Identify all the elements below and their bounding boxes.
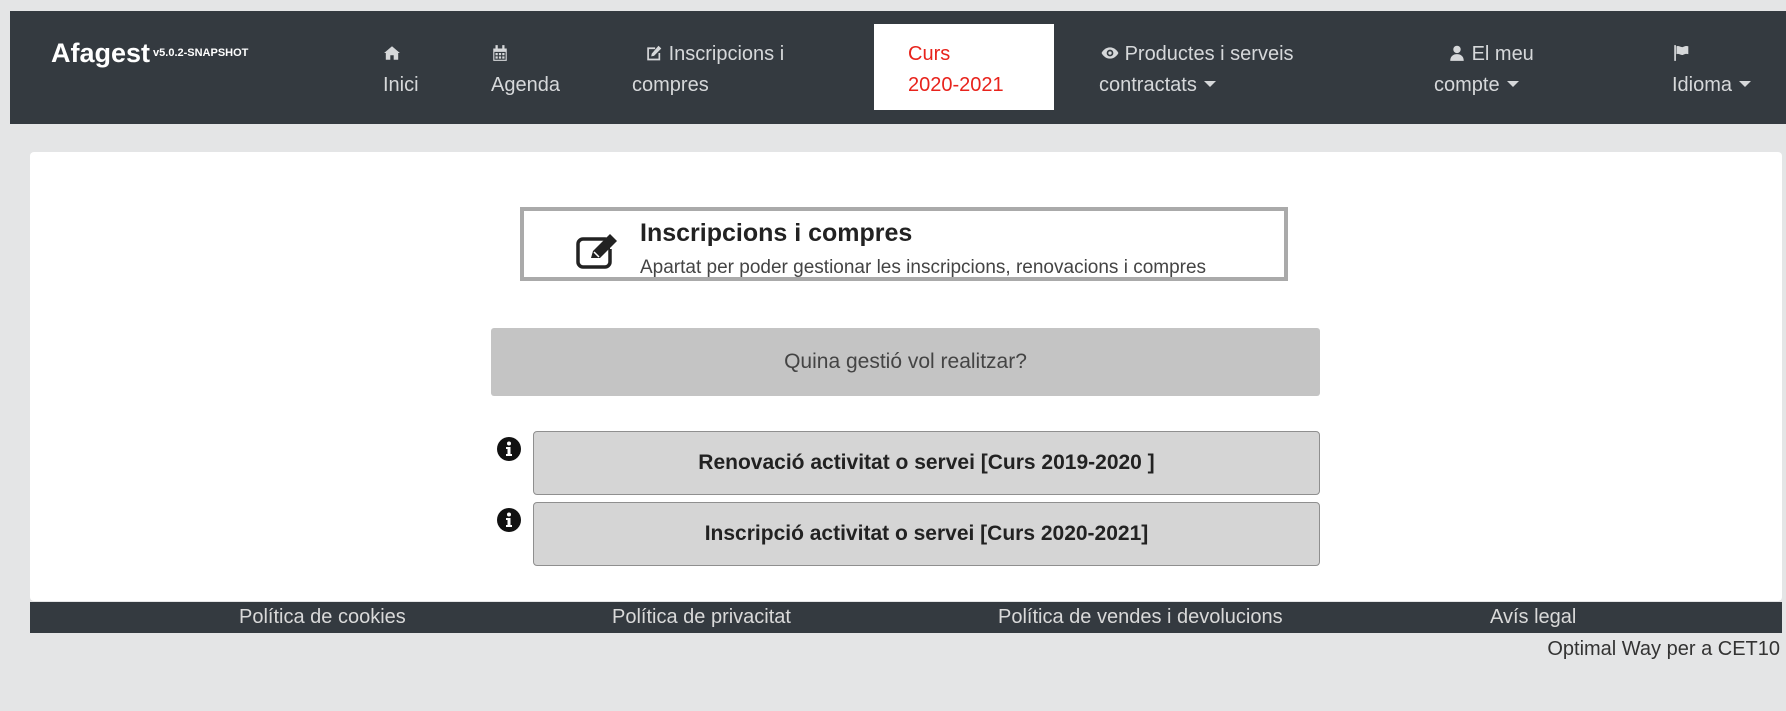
nav-products[interactable]: Productes i serveis contractats [1099, 39, 1294, 101]
nav-enrollments-line1: Inscripcions i [668, 43, 785, 65]
eye-icon [1101, 44, 1119, 62]
nav-home-label: Inici [383, 74, 419, 96]
nav-agenda-label: Agenda [491, 74, 560, 96]
nav-account[interactable]: El meu compte [1434, 39, 1534, 101]
nav-products-line1: Productes i serveis [1124, 43, 1294, 65]
user-icon [1448, 44, 1466, 62]
nav-course-line1: Curs [908, 43, 951, 65]
chevron-down-icon [1739, 81, 1752, 87]
nav-home[interactable]: Inici [383, 39, 419, 101]
nav-course-active[interactable]: Curs 2020-2021 [874, 24, 1054, 110]
brand-name: Afagest [51, 38, 151, 68]
nav-enrollments[interactable]: Inscripcions i compres [632, 39, 784, 101]
info-icon[interactable] [496, 507, 522, 533]
chevron-down-icon [1506, 81, 1519, 87]
info-icon[interactable] [496, 436, 522, 462]
chevron-down-icon [1203, 81, 1216, 87]
nav-enrollments-line2: compres [632, 74, 709, 96]
home-icon [383, 44, 401, 62]
section-subtitle: Apartat per poder gestionar les inscripc… [640, 257, 1207, 278]
section-header: Inscripcions i compres Apartat per poder… [520, 207, 1288, 281]
footer-legal-link[interactable]: Avís legal [1490, 606, 1576, 629]
brand-version: v5.0.2-SNAPSHOT [153, 47, 249, 59]
nav-account-line1: El meu [1471, 43, 1534, 65]
edit-icon [645, 44, 663, 62]
nav-language[interactable]: Idioma [1672, 39, 1752, 101]
footer-privacy-link[interactable]: Política de privacitat [612, 606, 791, 629]
calendar-icon [491, 44, 509, 62]
footer-sales-link[interactable]: Política de vendes i devolucions [998, 606, 1283, 629]
question-prompt: Quina gestió vol realitzar? [491, 328, 1320, 396]
renewal-button[interactable]: Renovació activitat o servei [Curs 2019-… [533, 431, 1320, 495]
nav-products-line2: contractats [1099, 74, 1197, 96]
main-card: Inscripcions i compres Apartat per poder… [30, 152, 1782, 601]
edit-icon [574, 231, 620, 271]
section-title: Inscripcions i compres [640, 219, 913, 247]
nav-account-line2: compte [1434, 74, 1500, 96]
nav-language-label: Idioma [1672, 74, 1733, 96]
footer-cookies-link[interactable]: Política de cookies [239, 606, 406, 629]
nav-agenda[interactable]: Agenda [491, 39, 560, 101]
brand[interactable]: Afagest v5.0.2-SNAPSHOT [51, 38, 248, 69]
nav-course-line2: 2020-2021 [908, 74, 1004, 96]
enrollment-button[interactable]: Inscripció activitat o servei [Curs 2020… [533, 502, 1320, 566]
footer: Política de cookies Política de privacit… [30, 602, 1782, 633]
top-navbar: Afagest v5.0.2-SNAPSHOT Inici Agenda Insc… [10, 11, 1786, 124]
credit-text: Optimal Way per a CET10 [1547, 638, 1780, 660]
flag-icon [1672, 44, 1690, 62]
